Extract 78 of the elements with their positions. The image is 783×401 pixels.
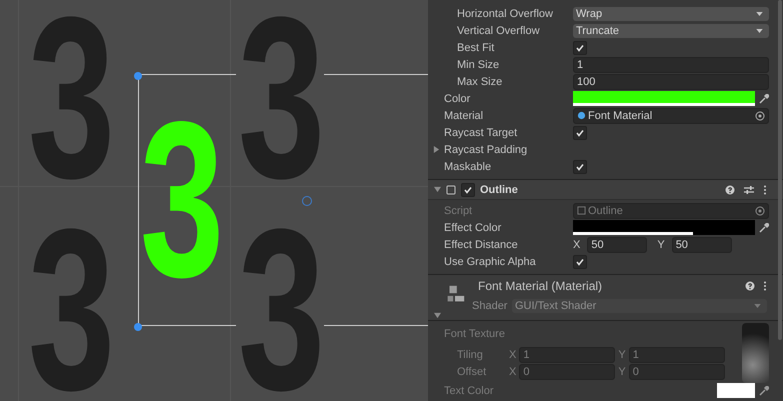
property-label: Material [444, 110, 484, 122]
texture-preview[interactable] [742, 323, 769, 383]
sphere-icon [577, 111, 586, 120]
eyedropper-icon[interactable] [759, 94, 769, 104]
material-title: Font Material (Material) [477, 279, 604, 293]
axis-label: X [509, 366, 516, 378]
text-digit: 3 [140, 100, 224, 300]
shader-dropdown[interactable]: GUI/Text Shader [512, 299, 767, 313]
dropdown[interactable]: Wrap [573, 6, 769, 20]
property-label: Use Graphic Alpha [444, 256, 536, 268]
script-icon [577, 206, 586, 215]
input-field[interactable]: 1 [573, 56, 769, 72]
caret-icon [756, 28, 763, 32]
scrollbar[interactable] [778, 0, 782, 340]
property-label: Effect Color [444, 222, 502, 234]
property-label: Best Fit [457, 42, 494, 54]
checkmark-icon [575, 256, 585, 266]
property-label: Offset [456, 366, 488, 378]
component-header[interactable]: Outline [428, 180, 783, 200]
property-label: Raycast Target [444, 126, 518, 138]
checkbox[interactable] [573, 126, 587, 140]
more-options-icon[interactable] [763, 184, 767, 194]
input-field[interactable]: 0 [628, 364, 725, 380]
checkmark-icon [463, 184, 473, 194]
axis-label: Y [657, 238, 665, 250]
axis-label: X [509, 349, 516, 361]
checkbox[interactable] [461, 182, 475, 196]
checkmark-icon [575, 162, 585, 172]
property-label: Maskable [444, 160, 492, 172]
property-label: Font Texture [444, 328, 505, 340]
caret-icon [756, 12, 763, 16]
checkbox[interactable] [573, 40, 587, 54]
help-icon[interactable] [745, 281, 755, 291]
input-field[interactable]: 50 [672, 236, 732, 252]
axis-label: Y [618, 366, 626, 378]
foldout-arrow-icon[interactable] [434, 312, 441, 319]
property-label: Effect Distance [444, 238, 518, 250]
property-label: Text Color [444, 384, 494, 396]
axis-label: Y [618, 349, 626, 361]
color-field[interactable] [573, 220, 755, 235]
shader-label: Shader [472, 300, 508, 312]
target-icon[interactable] [755, 110, 765, 120]
target-icon[interactable] [755, 206, 765, 216]
checkbox[interactable] [573, 254, 587, 268]
caret-icon [754, 304, 761, 308]
dropdown[interactable]: Truncate [573, 24, 769, 38]
property-label: Raycast Padding [444, 144, 528, 156]
help-icon[interactable] [725, 184, 735, 194]
foldout-arrow-icon[interactable] [433, 146, 440, 153]
input-field[interactable]: 1 [628, 347, 725, 363]
pivot-handle[interactable] [302, 196, 312, 206]
color-field[interactable] [573, 91, 755, 106]
property-label: Horizontal Overflow [457, 8, 553, 20]
property-label: Max Size [457, 76, 502, 88]
input-field[interactable]: 100 [573, 74, 769, 90]
checkmark-icon [575, 42, 585, 52]
checkmark-icon [575, 128, 585, 138]
property-label: Vertical Overflow [457, 24, 540, 36]
foldout-arrow-icon[interactable] [434, 186, 441, 193]
input-field[interactable]: 50 [587, 236, 648, 252]
eyedropper-icon[interactable] [759, 222, 769, 232]
property-label: Min Size [457, 58, 500, 70]
checkbox[interactable] [573, 160, 587, 174]
axis-label: X [573, 238, 580, 250]
property-label: Tiling [456, 349, 484, 361]
more-options-icon[interactable] [763, 281, 767, 291]
eyedropper-icon[interactable] [759, 386, 769, 396]
input-field[interactable]: 1 [519, 347, 616, 363]
sliders-icon[interactable] [744, 184, 754, 194]
rect-handle[interactable] [134, 323, 142, 331]
property-label: Color [444, 92, 470, 104]
input-field[interactable]: 0 [519, 364, 616, 380]
component-title: Outline [480, 184, 519, 196]
object-field[interactable]: Font Material [573, 108, 769, 124]
color-field[interactable] [717, 383, 755, 398]
rect-handle[interactable] [134, 72, 142, 80]
script-icon [446, 184, 456, 194]
property-label: Script [444, 204, 472, 216]
